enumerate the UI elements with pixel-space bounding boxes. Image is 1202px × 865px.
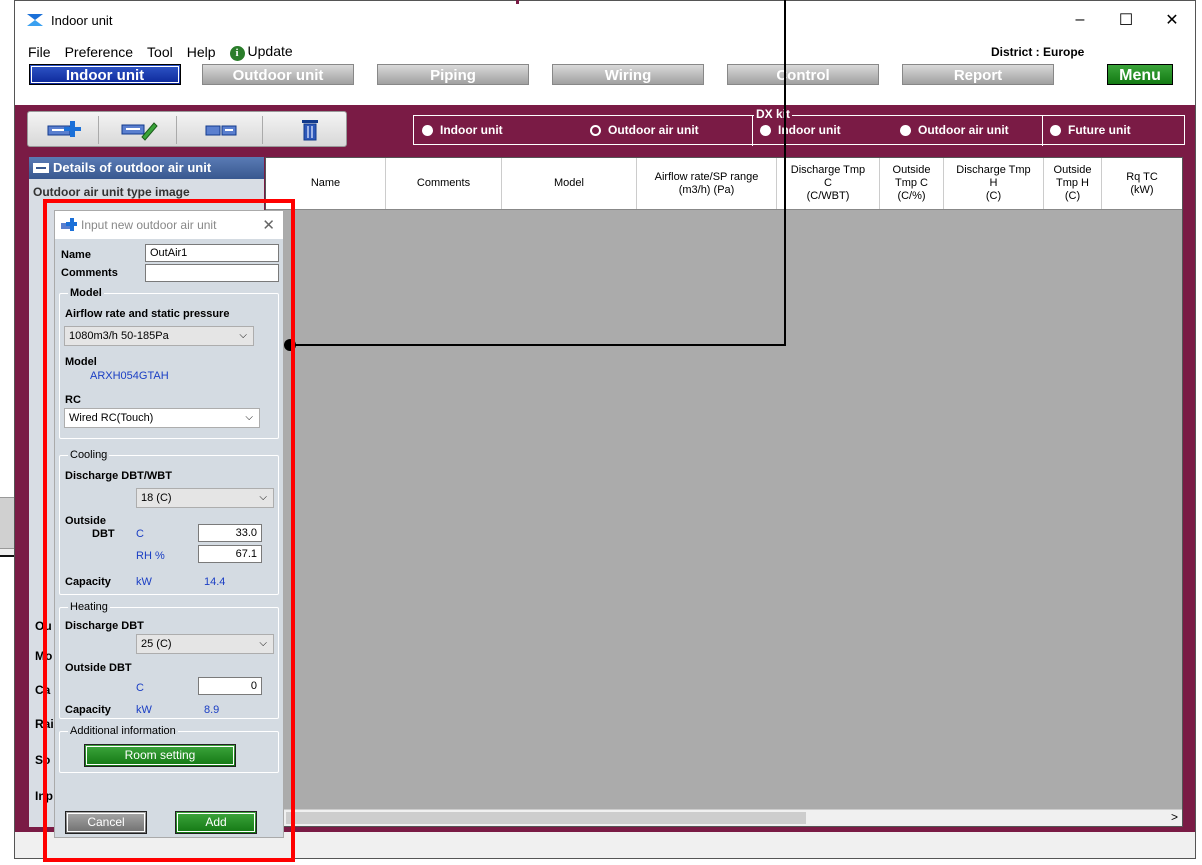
connector-line bbox=[290, 344, 785, 346]
column-header-airflow[interactable]: Airflow rate/SP range (m3/h) (Pa) bbox=[637, 158, 777, 209]
tab-indoor-unit[interactable]: Indoor unit bbox=[29, 64, 181, 85]
tab-report[interactable]: Report bbox=[902, 64, 1054, 85]
menu-update[interactable]: i Update bbox=[223, 43, 300, 61]
radio-divider bbox=[1042, 116, 1043, 146]
copy-unit-button[interactable] bbox=[196, 116, 248, 143]
grid-header: Name Comments Model Airflow rate/SP rang… bbox=[266, 158, 1182, 210]
add-unit-icon bbox=[47, 120, 81, 137]
tab-piping[interactable]: Piping bbox=[377, 64, 529, 85]
copy-unit-icon bbox=[205, 125, 237, 135]
edit-unit-button[interactable] bbox=[112, 116, 164, 143]
connector-line bbox=[784, 0, 786, 346]
app-logo-icon bbox=[27, 14, 43, 26]
scroll-right-icon[interactable]: > bbox=[1171, 810, 1178, 824]
radio-indoor-unit[interactable]: Indoor unit bbox=[422, 123, 503, 137]
column-header-comments[interactable]: Comments bbox=[386, 158, 502, 209]
add-unit-button[interactable] bbox=[38, 116, 90, 143]
radio-dx-indoor-unit[interactable]: Indoor unit bbox=[760, 123, 841, 137]
delete-unit-button[interactable] bbox=[284, 116, 336, 143]
maximize-button[interactable]: ☐ bbox=[1103, 1, 1149, 39]
unit-type-radio-group: Indoor unit Outdoor air unit DX kit Indo… bbox=[413, 107, 1185, 146]
scrollbar-thumb[interactable] bbox=[286, 812, 806, 824]
radio-dot-icon bbox=[760, 124, 771, 136]
column-header-discharge-c[interactable]: Discharge Tmp C (C/WBT) bbox=[777, 158, 880, 209]
menu-file[interactable]: File bbox=[21, 44, 58, 60]
toolbar: Indoor unit Outdoor air unit DX kit Indo… bbox=[15, 105, 1195, 152]
radio-dot-icon bbox=[1050, 124, 1061, 136]
radio-dx-indoor-label: Indoor unit bbox=[778, 123, 841, 137]
radio-dx-outdoor-air-unit[interactable]: Outdoor air unit bbox=[900, 123, 1009, 137]
radio-selected-icon bbox=[590, 124, 601, 136]
connector-tick bbox=[516, 0, 519, 4]
toolbar-separator bbox=[98, 116, 99, 144]
tab-control[interactable]: Control bbox=[727, 64, 879, 85]
radio-dx-outdoor-label: Outdoor air unit bbox=[918, 123, 1009, 137]
radio-future-label: Future unit bbox=[1068, 123, 1131, 137]
close-button[interactable]: ✕ bbox=[1149, 1, 1195, 39]
column-header-rq-tc[interactable]: Rq TC (kW) bbox=[1102, 158, 1182, 209]
title-bar: Indoor unit – ☐ ✕ bbox=[15, 1, 1195, 39]
main-tabs: Indoor unit Outdoor unit Piping Wiring C… bbox=[15, 64, 1195, 86]
tab-outdoor-unit[interactable]: Outdoor unit bbox=[202, 64, 354, 85]
details-header-label: Details of outdoor air unit bbox=[53, 160, 212, 175]
menu-preference[interactable]: Preference bbox=[58, 44, 140, 60]
menu-update-label: Update bbox=[247, 42, 293, 59]
menu-tool[interactable]: Tool bbox=[140, 44, 180, 60]
menu-button[interactable]: Menu bbox=[1107, 64, 1173, 85]
minimize-button[interactable]: – bbox=[1057, 1, 1103, 39]
tab-wiring[interactable]: Wiring bbox=[552, 64, 704, 85]
dx-kit-label: DX kit bbox=[754, 107, 793, 121]
radio-outdoor-air-unit[interactable]: Outdoor air unit bbox=[590, 123, 699, 137]
column-header-discharge-h[interactable]: Discharge Tmp H (C) bbox=[944, 158, 1044, 209]
radio-dot-icon bbox=[422, 124, 433, 136]
dx-kit-divider bbox=[752, 116, 753, 146]
edit-unit-icon bbox=[121, 121, 158, 141]
radio-dot-icon bbox=[900, 124, 911, 136]
trash-icon bbox=[302, 119, 318, 140]
column-header-model[interactable]: Model bbox=[502, 158, 637, 209]
horizontal-scrollbar[interactable]: > bbox=[266, 809, 1182, 826]
toolbar-separator bbox=[176, 116, 177, 144]
menu-bar: File Preference Tool Help i Update Distri… bbox=[15, 39, 1195, 64]
radio-outdoor-air-label: Outdoor air unit bbox=[608, 123, 699, 137]
window-title: Indoor unit bbox=[51, 12, 113, 28]
panel-icon bbox=[33, 163, 49, 173]
toolbar-button-group bbox=[27, 111, 347, 147]
menu-help[interactable]: Help bbox=[180, 44, 223, 60]
units-grid: Name Comments Model Airflow rate/SP rang… bbox=[265, 157, 1183, 827]
radio-indoor-label: Indoor unit bbox=[440, 123, 503, 137]
column-header-outside-c[interactable]: Outside Tmp C (C/%) bbox=[880, 158, 944, 209]
details-header: Details of outdoor air unit bbox=[29, 157, 264, 179]
column-header-outside-h[interactable]: Outside Tmp H (C) bbox=[1044, 158, 1102, 209]
highlight-box bbox=[43, 199, 295, 862]
radio-future-unit[interactable]: Future unit bbox=[1050, 123, 1131, 137]
toolbar-separator bbox=[262, 116, 263, 144]
district-label: District : Europe bbox=[991, 45, 1085, 59]
info-icon: i bbox=[229, 45, 245, 61]
